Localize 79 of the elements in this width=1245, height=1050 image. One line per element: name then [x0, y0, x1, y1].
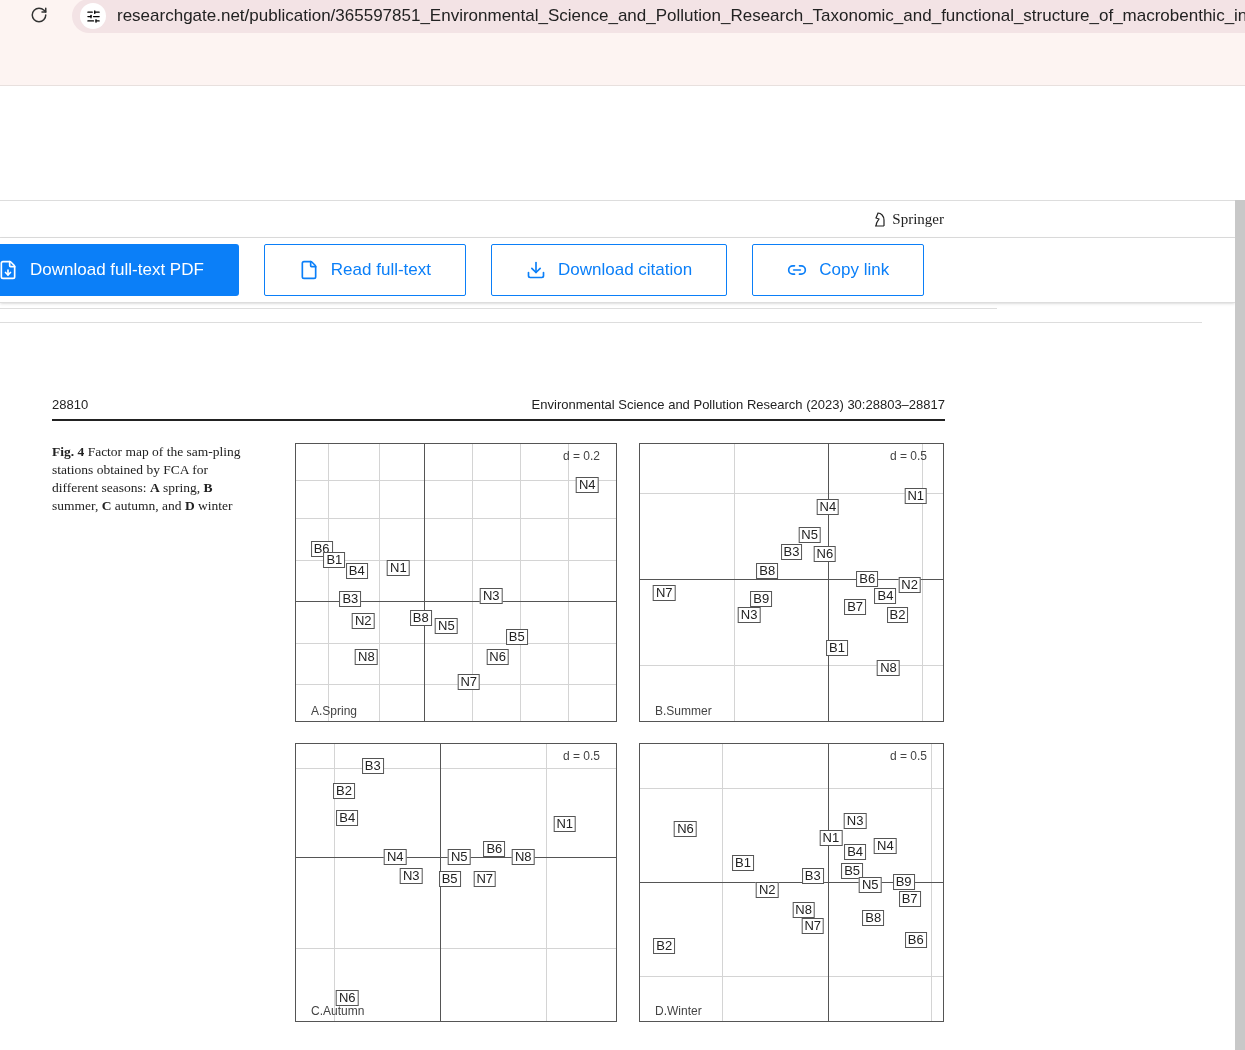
site-settings-button[interactable] [80, 3, 106, 29]
station-label: N3 [399, 868, 423, 885]
station-label: N7 [652, 585, 676, 602]
station-label: N8 [877, 659, 900, 676]
station-label: B6 [904, 932, 927, 949]
button-icon [526, 260, 546, 280]
station-label: B1 [323, 551, 346, 568]
station-label: B5 [841, 862, 864, 879]
scale-label: d = 0.5 [889, 447, 927, 465]
figure-caption: Fig. 4 Factor map of the sam-pling stations obtained by FCA for different seasons: A spring, B summer, C autumn, and D winter [52, 442, 242, 515]
station-label: B4 [874, 587, 897, 604]
station-label: B4 [345, 562, 368, 579]
station-label: N2 [755, 882, 779, 899]
panel-title: B.Summer [655, 702, 712, 720]
journal-citation: Environmental Science and Pollution Research (2023) 30:28803–28817 [531, 396, 945, 414]
scale-label: d = 0.5 [562, 747, 600, 765]
station-label: N6 [335, 990, 359, 1007]
publisher-logo: Springer [871, 207, 944, 231]
station-label: B3 [801, 868, 824, 885]
station-label: N3 [479, 587, 503, 604]
station-label: N4 [575, 477, 599, 494]
station-label: B2 [886, 607, 909, 624]
station-label: N5 [447, 849, 471, 866]
station-label: N4 [816, 499, 840, 516]
station-label: B5 [438, 871, 461, 888]
station-label: N6 [674, 821, 697, 838]
station-label: B8 [756, 562, 779, 579]
station-label: N8 [511, 849, 535, 866]
station-label: N1 [553, 815, 577, 832]
station-label: N1 [387, 560, 410, 577]
station-label: N7 [473, 871, 497, 888]
station-label: B8 [409, 610, 432, 626]
station-label: B9 [892, 874, 915, 890]
station-label: B6 [483, 840, 506, 857]
station-label: B6 [856, 571, 879, 588]
station-label: N6 [486, 648, 509, 665]
station-label: B1 [732, 854, 754, 871]
button-icon [0, 260, 18, 280]
action-button[interactable]: Download full-text PDF [0, 244, 239, 296]
station-label: B3 [361, 757, 384, 774]
station-label: N7 [457, 673, 481, 690]
station-label: B1 [826, 640, 848, 657]
station-label: N2 [898, 576, 921, 593]
page-number: 28810 [52, 396, 89, 414]
station-label: N4 [383, 849, 407, 866]
site-settings-icon [85, 8, 101, 24]
action-button[interactable]: Download citation [491, 244, 728, 296]
station-label: N1 [904, 488, 928, 505]
station-label: N3 [843, 813, 867, 830]
action-button[interactable]: Read full-text [263, 244, 466, 296]
station-label: N1 [819, 829, 843, 846]
station-label: N7 [801, 918, 824, 935]
action-button[interactable]: Copy link [752, 244, 925, 296]
station-label: N2 [351, 612, 375, 629]
station-label: N5 [435, 618, 458, 635]
station-label: B8 [862, 910, 885, 926]
station-label: N5 [798, 526, 821, 543]
panel-title: A.Spring [311, 702, 358, 720]
scrollbar[interactable] [1235, 200, 1245, 1050]
station-label: B3 [780, 543, 803, 560]
station-label: N4 [874, 838, 897, 854]
station-label: B5 [505, 629, 528, 646]
station-label: B3 [339, 590, 362, 607]
station-label: N6 [813, 546, 837, 563]
station-label: B7 [898, 890, 921, 907]
station-label: B4 [336, 810, 359, 827]
panel-title: D.Winter [655, 1002, 702, 1020]
station-label: B4 [844, 843, 867, 860]
station-label: B7 [844, 598, 867, 615]
scale-label: d = 0.2 [562, 447, 600, 465]
station-label: B2 [653, 937, 676, 954]
station-label: N8 [355, 648, 378, 665]
station-label: N3 [737, 607, 761, 624]
station-label: N8 [792, 901, 815, 918]
station-label: N5 [858, 876, 882, 893]
reload-icon [30, 6, 48, 24]
station-label: B9 [750, 590, 773, 607]
scale-label: d = 0.5 [889, 747, 927, 765]
station-label: B2 [333, 782, 355, 799]
